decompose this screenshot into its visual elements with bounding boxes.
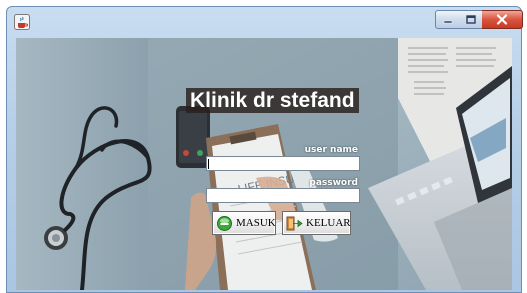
login-button[interactable]: MASUK (212, 211, 276, 235)
password-label: password (309, 178, 358, 188)
close-button[interactable] (482, 10, 523, 29)
minimize-icon (443, 20, 452, 23)
exit-button[interactable]: KELUAR (282, 211, 351, 235)
password-input[interactable] (206, 188, 360, 203)
login-button-label: MASUK (236, 217, 276, 229)
page-title: Klinik dr stefand (186, 88, 359, 113)
exit-button-label: KELUAR (306, 217, 351, 229)
green-circle-icon (217, 215, 232, 231)
maximize-button[interactable] (459, 10, 483, 29)
text-caret (208, 159, 209, 169)
username-input[interactable] (206, 156, 360, 171)
username-label: user name (304, 145, 358, 155)
app-window: LIFE INSU (6, 6, 523, 293)
smartphone-icon (176, 106, 210, 168)
java-app-icon[interactable] (14, 14, 30, 30)
minimize-button[interactable] (435, 10, 460, 29)
close-icon (496, 14, 508, 25)
exit-arrow-icon (286, 216, 303, 230)
login-panel: LIFE INSU (16, 38, 512, 290)
maximize-icon (465, 15, 476, 24)
